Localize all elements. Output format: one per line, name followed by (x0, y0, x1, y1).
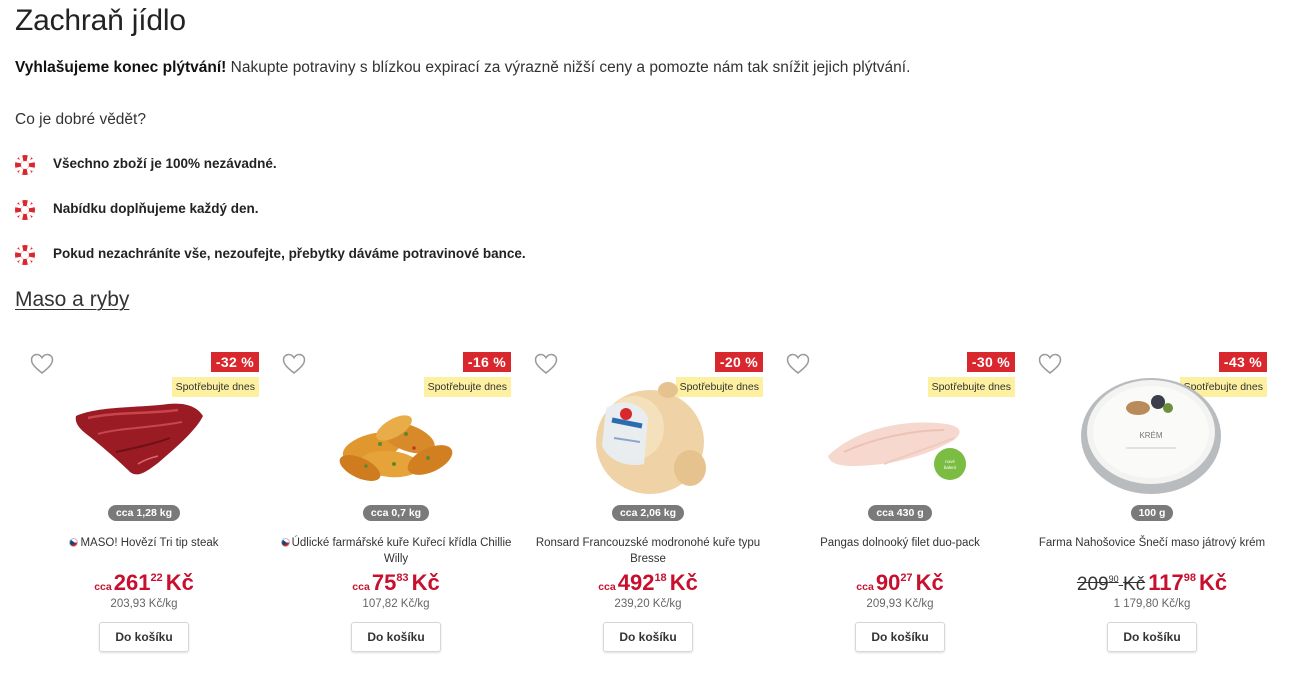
lifebuoy-icon (14, 244, 36, 266)
product-name[interactable]: Údlické farmářské kuře Kuřecí křídla Chi… (280, 535, 512, 567)
unit-price: 203,93 Kč/kg (110, 598, 178, 610)
page-title: Zachraň jídlo (15, 4, 186, 37)
price-decimal: 27 (900, 572, 913, 584)
info-item: Všechno zboží je 100% nezávadné. (14, 152, 526, 197)
weight-badge-wrap: cca 1,28 kg (18, 503, 270, 521)
svg-text:KRÉM: KRÉM (1139, 431, 1162, 440)
weight-badge-wrap: cca 2,06 kg (522, 503, 774, 521)
price-prefix: cca (856, 581, 874, 593)
price-prefix: cca (352, 581, 370, 593)
product-name-text: Údlické farmářské kuře Kuřecí křídla Chi… (291, 537, 512, 565)
unit-price: 209,93 Kč/kg (866, 598, 934, 610)
info-item: Pokud nezachráníte vše, nezoufejte, přeb… (14, 242, 526, 287)
product-card[interactable]: -30 % Spotřebujte dnes nové balení cca 4… (774, 348, 1026, 668)
weight-badge: 100 g (1130, 505, 1174, 521)
old-price-decimal: 90 (1108, 574, 1119, 584)
svg-text:nové: nové (945, 459, 955, 464)
add-to-cart-button[interactable]: Do košíku (603, 622, 693, 652)
section-title-link[interactable]: Maso a ryby (15, 288, 129, 312)
weight-badge-wrap: cca 430 g (774, 503, 1026, 521)
intro-text: Nakupte potraviny s blízkou expirací za … (226, 59, 911, 76)
old-price-integer: 209 (1076, 574, 1109, 595)
fish-fillet-image: nové balení (828, 422, 966, 480)
price-integer: 117 (1148, 570, 1184, 595)
heart-icon[interactable] (30, 353, 54, 375)
product-name-text: MASO! Hovězí Tri tip steak (80, 537, 219, 549)
old-price: 20990 Kč (1076, 574, 1146, 595)
add-to-cart-button[interactable]: Do košíku (351, 622, 441, 652)
product-card[interactable]: -20 % Spotřebujte dnes cca 2,06 kg Ronsa… (522, 348, 774, 668)
add-to-cart-button[interactable]: Do košíku (855, 622, 945, 652)
info-list: Všechno zboží je 100% nezávadné. Nabídku… (14, 152, 526, 287)
info-text: Všechno zboží je 100% nezávadné. (53, 156, 277, 171)
product-card[interactable]: -16 % Spotřebujte dnes cca 0,7 kg Údlick… (270, 348, 522, 668)
price-prefix: cca (94, 581, 112, 593)
heart-icon[interactable] (786, 353, 810, 375)
info-text: Nabídku doplňujeme každý den. (53, 201, 259, 216)
product-name[interactable]: Ronsard Francouzské modronohé kuře typu … (532, 535, 764, 567)
price-integer: 261 (113, 570, 151, 595)
price-decimal: 22 (150, 572, 163, 584)
price-decimal: 18 (654, 572, 667, 584)
price-prefix: cca (598, 581, 616, 593)
cream-tin-image: KRÉM (1081, 378, 1221, 494)
old-price-currency: Kč (1123, 574, 1146, 595)
heart-icon[interactable] (534, 353, 558, 375)
lifebuoy-icon (14, 154, 36, 176)
product-card[interactable]: -32 % Spotřebujte dnes cca 1,28 kg MASO!… (18, 348, 270, 668)
price-integer: 90 (875, 570, 901, 595)
price-decimal: 98 (1183, 572, 1196, 584)
product-price: 20990 Kč 11798 Kč (1026, 570, 1278, 596)
weight-badge: cca 2,06 kg (611, 505, 685, 521)
heart-icon[interactable] (1038, 353, 1062, 375)
czech-flag-icon (69, 538, 79, 547)
price-integer: 75 (371, 570, 397, 595)
intro-bold: Vyhlašujeme konec plýtvání! (15, 59, 227, 76)
whole-chicken-image (596, 382, 706, 494)
svg-text:balení: balení (944, 465, 957, 470)
price-currency: Kč (669, 570, 698, 595)
product-price: cca9027 Kč (774, 570, 1026, 596)
product-name[interactable]: Pangas dolnooký filet duo-pack (784, 535, 1016, 551)
add-to-cart-button[interactable]: Do košíku (99, 622, 189, 652)
beef-steak-image (75, 403, 203, 475)
intro-paragraph: Vyhlašujeme konec plýtvání! Nakupte potr… (15, 59, 910, 77)
price-decimal: 83 (396, 572, 409, 584)
product-price: cca49218 Kč (522, 570, 774, 596)
unit-price: 1 179,80 Kč/kg (1113, 598, 1191, 610)
price-currency: Kč (1198, 570, 1228, 595)
chicken-wings-image (339, 415, 453, 481)
weight-badge-wrap: cca 0,7 kg (270, 503, 522, 521)
product-price: cca7583 Kč (270, 570, 522, 596)
weight-badge: cca 0,7 kg (362, 505, 430, 521)
add-to-cart-button[interactable]: Do košíku (1107, 622, 1197, 652)
product-price: cca26122 Kč (18, 570, 270, 596)
czech-flag-icon (280, 538, 290, 547)
product-name[interactable]: MASO! Hovězí Tri tip steak (28, 535, 260, 551)
unit-price: 107,82 Kč/kg (362, 598, 430, 610)
price-currency: Kč (165, 570, 194, 595)
weight-badge-wrap: 100 g (1026, 503, 1278, 521)
product-card[interactable]: -43 % Spotřebujte dnes KRÉM 100 g Farma … (1026, 348, 1278, 668)
product-name[interactable]: Farma Nahošovice Šnečí maso játrový krém (1036, 535, 1268, 551)
weight-badge: cca 430 g (868, 505, 932, 521)
unit-price: 239,20 Kč/kg (614, 598, 682, 610)
price-currency: Kč (411, 570, 440, 595)
heart-icon[interactable] (282, 353, 306, 375)
price-integer: 492 (617, 570, 655, 595)
info-heading: Co je dobré vědět? (15, 111, 146, 128)
product-list: -32 % Spotřebujte dnes cca 1,28 kg MASO!… (18, 348, 1278, 668)
price-currency: Kč (915, 570, 944, 595)
info-item: Nabídku doplňujeme každý den. (14, 197, 526, 242)
lifebuoy-icon (14, 199, 36, 221)
info-text: Pokud nezachráníte vše, nezoufejte, přeb… (53, 246, 526, 261)
weight-badge: cca 1,28 kg (107, 505, 181, 521)
